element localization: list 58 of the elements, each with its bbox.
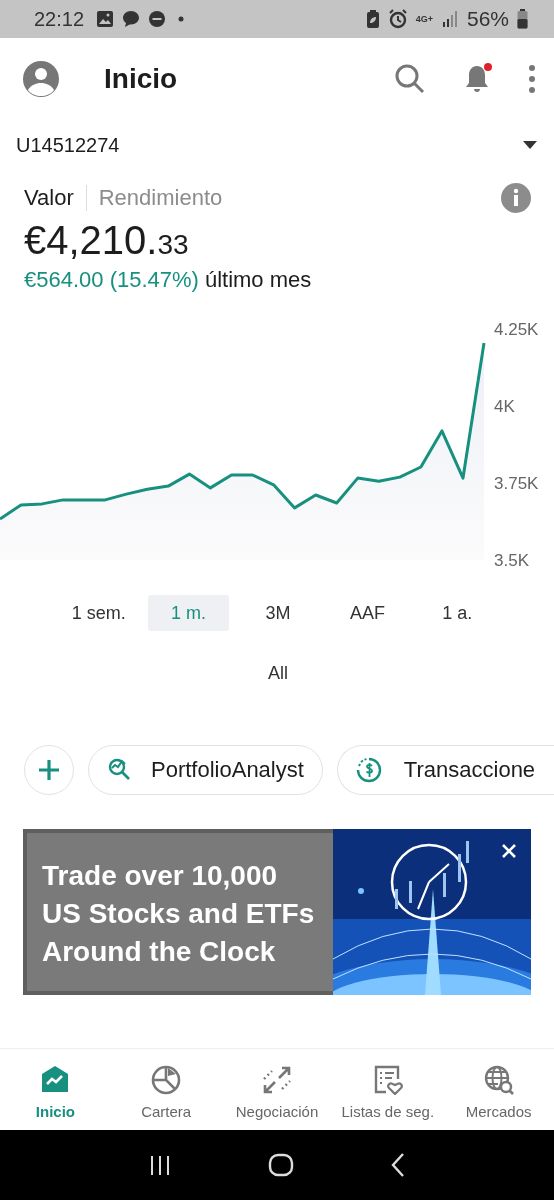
banner-text[interactable]: Trade over 10,000 US Stocks and ETFs Around the Clock xyxy=(23,829,333,995)
search-button[interactable] xyxy=(394,63,426,95)
home-button[interactable] xyxy=(268,1152,294,1178)
shortcut-chip[interactable]: Transaccione xyxy=(336,745,554,795)
range-tab[interactable]: 3M xyxy=(237,595,319,631)
change-amount: €564.00 (15.47%) xyxy=(24,267,199,293)
signal-icon xyxy=(440,10,459,28)
range-tab[interactable]: 1 sem. xyxy=(58,595,140,631)
menu-icon xyxy=(528,64,536,94)
more-options-button[interactable] xyxy=(528,64,536,94)
pie-chart-icon xyxy=(151,1065,182,1095)
range-tab[interactable]: All xyxy=(237,655,319,691)
battery-saver-icon xyxy=(365,9,380,29)
nav-tab[interactable]: Cartera xyxy=(110,1049,222,1130)
back-icon xyxy=(390,1152,406,1178)
view-tab[interactable]: Valor xyxy=(24,185,86,211)
globe-search-icon xyxy=(483,1065,514,1095)
axis-label: 3.5K xyxy=(494,551,529,570)
battery-icon xyxy=(517,9,528,29)
nav-tab[interactable]: Inicio xyxy=(0,1049,111,1130)
range-tab[interactable]: 1 m. xyxy=(147,595,230,631)
plus-icon xyxy=(36,757,62,783)
image-icon xyxy=(96,10,115,28)
status-time: 22:12 xyxy=(34,7,85,31)
axis-label: 4K xyxy=(494,397,515,416)
account-selector[interactable]: U14512274 xyxy=(16,133,522,157)
nav-tab[interactable]: Mercados xyxy=(443,1049,554,1130)
home-chart-icon xyxy=(40,1065,71,1095)
chat-icon xyxy=(122,10,141,28)
axis-label: 4.25K xyxy=(494,320,539,339)
recents-button[interactable] xyxy=(148,1153,172,1177)
search-icon xyxy=(394,63,426,95)
dropdown-caret-icon[interactable] xyxy=(522,140,538,150)
balance-decimals: 33 xyxy=(157,229,189,261)
dollar-cycle-icon xyxy=(355,757,382,783)
close-button[interactable] xyxy=(501,843,517,859)
nav-tab[interactable]: Listas de seg. xyxy=(332,1049,444,1130)
range-tab[interactable]: AAF xyxy=(326,595,409,631)
close-icon xyxy=(501,843,517,859)
battery-percentage: 56% xyxy=(466,7,509,31)
alarm-icon xyxy=(387,9,408,29)
back-button[interactable] xyxy=(390,1152,406,1178)
do-not-disturb-icon xyxy=(148,10,167,28)
balance-value: €4,210. xyxy=(24,218,158,263)
info-icon[interactable] xyxy=(500,182,532,214)
list-heart-icon xyxy=(372,1065,403,1095)
avatar-icon[interactable] xyxy=(22,60,60,98)
swap-arrows-icon xyxy=(262,1065,292,1095)
axis-label: 3.75K xyxy=(494,474,539,493)
network-type: 4G+ xyxy=(415,14,433,24)
add-shortcut-button[interactable] xyxy=(24,745,74,795)
page-title: Inicio xyxy=(104,63,179,95)
recents-icon xyxy=(148,1153,172,1177)
change-period: último mes xyxy=(204,267,312,293)
home-icon xyxy=(268,1152,294,1178)
shortcut-chip[interactable]: PortfolioAnalyst xyxy=(88,745,323,795)
nav-tab[interactable]: Negociación xyxy=(221,1049,333,1130)
range-tab[interactable]: 1 a. xyxy=(416,595,498,631)
